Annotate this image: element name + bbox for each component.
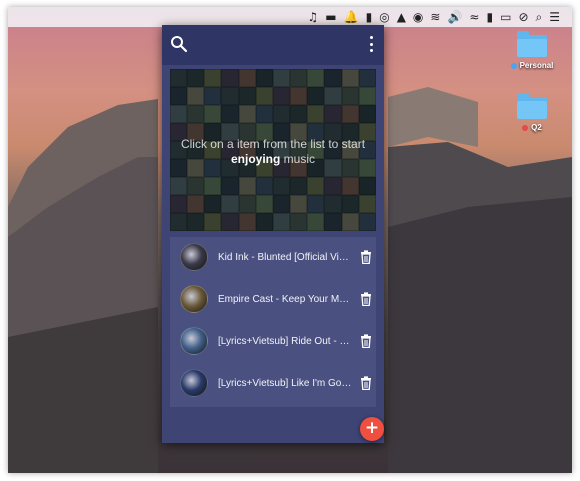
folder-icon: [517, 31, 547, 57]
track-row[interactable]: [Lyrics+Vietsub] Like I'm Go…: [170, 363, 376, 403]
track-row[interactable]: Empire Cast - Keep Your M…: [170, 279, 376, 319]
glasses-icon[interactable]: ◎: [379, 7, 389, 27]
compass-icon[interactable]: ⊘: [518, 7, 528, 27]
music-icon[interactable]: ♫: [308, 7, 319, 27]
hint-bold: enjoying: [230, 152, 281, 166]
hint-line-2: enjoying music: [170, 152, 376, 167]
track-title: Kid Ink - Blunted [Official Vi…: [218, 251, 349, 263]
desktop-screen: ♫ ▬ 🔔 ▮ ◎ ▲ ◉ ≋ 🔊 ≈ ▮ ▭ ⊘ ⌕ ☰ Personal Q2 Click on a i…: [8, 7, 572, 473]
app-header: [162, 25, 384, 65]
hint-line: Click on a item from the list to start: [180, 137, 366, 151]
folder-name: Q2: [531, 123, 542, 132]
track-thumbnail: [180, 285, 208, 313]
folder-name: Personal: [519, 61, 554, 70]
truck-icon[interactable]: ▮: [366, 7, 373, 27]
desktop-folder-q2[interactable]: Q2: [504, 93, 560, 132]
folder-label: Personal: [504, 61, 560, 70]
track-title: [Lyrics+Vietsub] Ride Out - …: [218, 335, 350, 347]
notification-list-icon[interactable]: ☰: [549, 7, 560, 27]
track-row[interactable]: Kid Ink - Blunted [Official Vi…: [170, 237, 376, 277]
track-thumbnail: [180, 327, 208, 355]
hat-icon[interactable]: ▲: [397, 7, 406, 27]
volume-icon[interactable]: 🔊: [447, 7, 462, 27]
battery-icon[interactable]: ▭: [500, 7, 511, 27]
wifi-icon[interactable]: ≈: [469, 7, 479, 27]
delete-icon[interactable]: [360, 250, 372, 264]
spotlight-icon[interactable]: ⌕: [536, 7, 543, 27]
track-title: [Lyrics+Vietsub] Like I'm Go…: [218, 377, 352, 389]
folder-label: Q2: [504, 123, 560, 132]
wifi-broadcast-icon[interactable]: ≋: [430, 7, 440, 27]
folder-icon[interactable]: ▬: [325, 7, 336, 27]
disk-icon[interactable]: ◉: [413, 7, 423, 27]
more-options-icon[interactable]: [368, 36, 374, 52]
hint-rest: music: [283, 152, 316, 166]
track-list: Kid Ink - Blunted [Official Vi… Empire C…: [170, 237, 376, 407]
menu-bar: ♫ ▬ 🔔 ▮ ◎ ▲ ◉ ≋ 🔊 ≈ ▮ ▭ ⊘ ⌕ ☰: [8, 7, 572, 27]
add-track-button[interactable]: +: [360, 417, 384, 441]
track-thumbnail: [180, 369, 208, 397]
tag-dot: [522, 124, 529, 131]
folder-icon: [517, 93, 547, 119]
music-player-window: Click on a item from the list to start e…: [162, 25, 384, 443]
tag-dot: [510, 62, 517, 69]
search-icon[interactable]: [170, 35, 188, 53]
empty-state-hint: Click on a item from the list to start e…: [170, 137, 376, 167]
track-thumbnail: [180, 243, 208, 271]
desktop-folder-personal[interactable]: Personal: [504, 31, 560, 70]
album-art-collage: Click on a item from the list to start e…: [170, 69, 376, 231]
delete-icon[interactable]: [360, 376, 372, 390]
delete-icon[interactable]: [360, 292, 372, 306]
track-title: Empire Cast - Keep Your M…: [218, 293, 350, 305]
flag-fr-icon[interactable]: ▮: [486, 7, 493, 27]
delete-icon[interactable]: [360, 334, 372, 348]
bell-icon[interactable]: 🔔: [344, 7, 359, 27]
track-row[interactable]: [Lyrics+Vietsub] Ride Out - …: [170, 321, 376, 361]
